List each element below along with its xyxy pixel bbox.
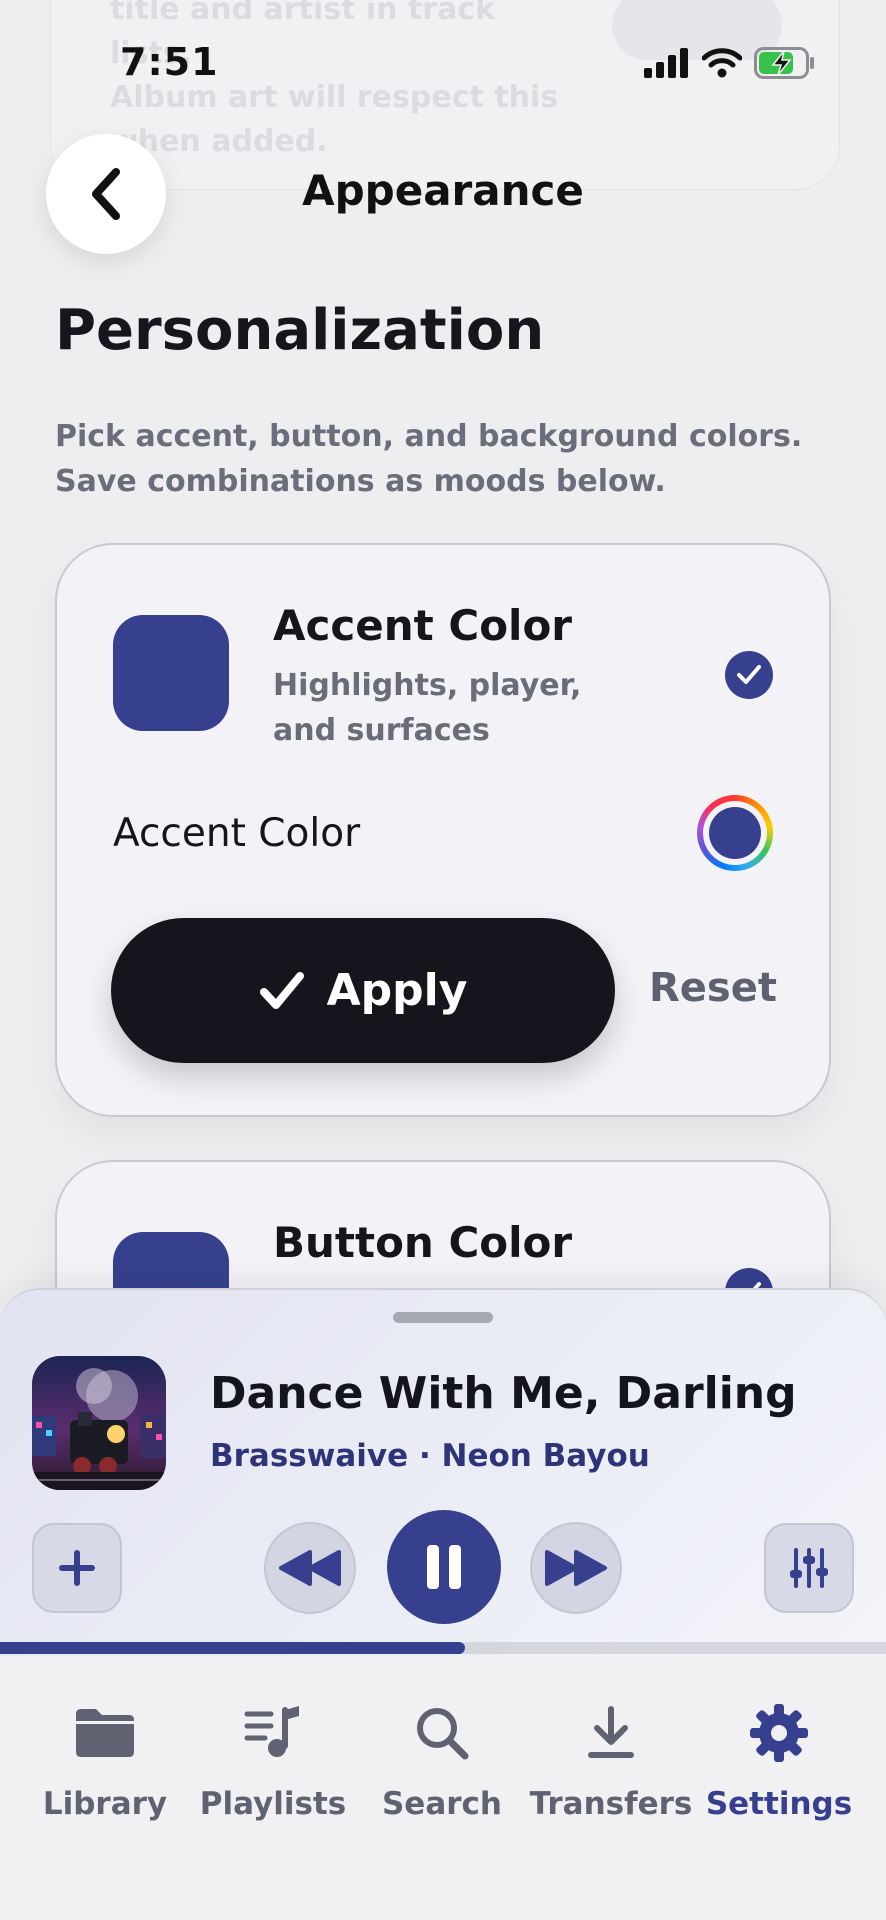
reset-button[interactable]: Reset [649,965,777,1011]
tab-library-label: Library [42,1786,168,1822]
tab-library[interactable]: Library [20,1696,190,1836]
current-color-dot [709,807,761,859]
tab-transfers[interactable]: Transfers [526,1696,696,1836]
download-icon [588,1706,634,1758]
accent-color-title: Accent Color [273,601,573,650]
playback-progress-bar[interactable] [0,1642,886,1654]
accent-color-row-label: Accent Color [113,811,361,856]
pause-button[interactable] [387,1510,501,1624]
album-art[interactable] [32,1356,166,1490]
status-icons [644,46,816,80]
status-time: 7:51 [120,40,219,84]
accent-color-subtitle: Highlights, player, and surfaces [273,668,582,748]
checkmark-icon [259,971,304,1009]
tab-settings-label: Settings [705,1786,853,1822]
accent-color-swatch[interactable] [113,615,229,731]
rewind-icon [279,1550,341,1586]
fast-forward-icon [545,1550,607,1586]
track-title: Dance With Me, Darling [210,1368,797,1419]
player-grabber[interactable] [393,1312,493,1323]
section-title: Personalization [55,298,545,363]
page-title: Appearance [302,166,584,215]
mini-player[interactable]: Dance With Me, Darling Brasswaive · Neon… [0,1288,886,1656]
tab-search[interactable]: Search [357,1696,527,1836]
tab-bar: Library Playlists Search Transfers Setti… [0,1656,886,1920]
tab-playlists[interactable]: Playlists [188,1696,358,1836]
folder-icon [76,1709,134,1757]
apply-button[interactable]: Apply [111,918,615,1063]
accent-selected-badge[interactable] [725,651,773,699]
tab-transfers-label: Transfers [529,1786,693,1822]
tab-search-label: Search [381,1786,502,1822]
equalizer-icon [790,1548,828,1588]
apply-label: Apply [326,965,468,1016]
add-to-playlist-button[interactable] [32,1523,122,1613]
rewind-button[interactable] [264,1522,356,1614]
battery-charging-icon [754,47,814,79]
section-description: Pick accent, button, and background colo… [55,419,803,499]
track-artist-album[interactable]: Brasswaive · Neon Bayou [210,1438,650,1474]
plus-icon [59,1550,95,1586]
tab-settings[interactable]: Settings [694,1696,864,1836]
signal-icon [644,48,688,78]
playback-progress-fill [0,1642,466,1654]
checkmark-icon [737,665,761,684]
album-art-image [32,1356,166,1490]
color-picker-button[interactable] [697,795,773,871]
search-icon [417,1708,469,1760]
fast-forward-button[interactable] [530,1522,622,1614]
music-list-icon [244,1706,299,1757]
pause-icon [427,1545,461,1589]
gear-icon [750,1704,808,1762]
equalizer-button[interactable] [764,1523,854,1613]
accent-color-card: Accent Color Highlights, player, and sur… [55,543,831,1117]
tab-playlists-label: Playlists [199,1786,347,1822]
button-color-title: Button Color [273,1218,573,1267]
wifi-icon [702,48,742,78]
